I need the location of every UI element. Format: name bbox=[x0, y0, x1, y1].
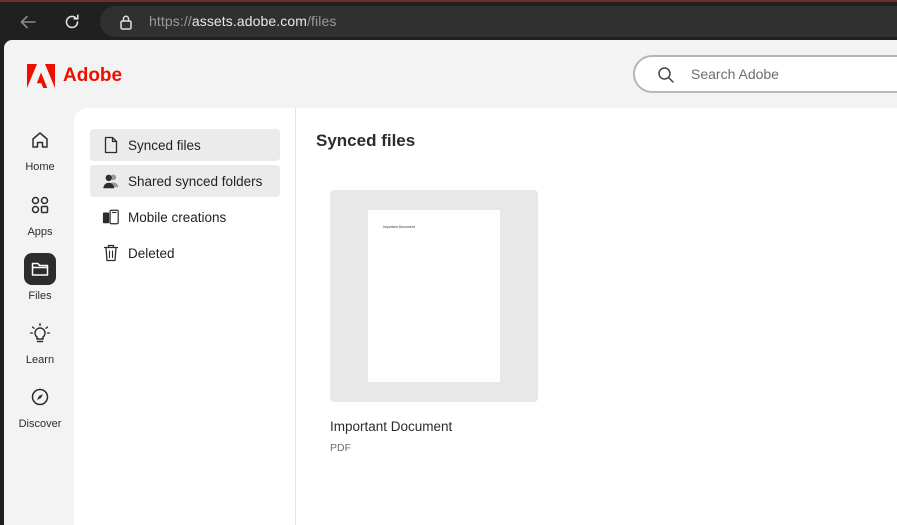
files-subnav: Synced files Shared synced folders Mobil… bbox=[74, 108, 296, 525]
mobile-creations-icon bbox=[102, 209, 119, 225]
subnav-label-mobile-creations: Mobile creations bbox=[128, 209, 227, 225]
rail-item-files[interactable]: Files bbox=[4, 253, 76, 302]
rail-label-learn: Learn bbox=[25, 354, 55, 366]
subnav-item-shared-synced-folders[interactable]: Shared synced folders bbox=[90, 165, 280, 197]
rail-item-apps[interactable]: Apps bbox=[4, 189, 76, 238]
subnav-label-deleted: Deleted bbox=[128, 245, 175, 261]
subnav-item-mobile-creations[interactable]: Mobile creations bbox=[90, 201, 280, 233]
rail-item-learn[interactable]: Learn bbox=[4, 317, 76, 366]
reload-button[interactable] bbox=[58, 8, 86, 36]
rail-label-apps: Apps bbox=[27, 226, 53, 238]
compass-icon bbox=[31, 388, 49, 406]
search-input[interactable]: Search Adobe bbox=[691, 66, 779, 82]
folder-icon bbox=[31, 262, 49, 276]
rail-label-home: Home bbox=[25, 161, 55, 173]
adobe-logo-icon bbox=[27, 64, 55, 88]
adobe-app: Adobe Search Adobe Home Apps Files Learn… bbox=[4, 40, 897, 525]
file-name[interactable]: Important Document bbox=[330, 419, 538, 434]
lock-icon[interactable] bbox=[117, 13, 135, 31]
search-box[interactable]: Search Adobe bbox=[633, 55, 897, 93]
people-icon bbox=[103, 174, 119, 189]
subnav-item-deleted[interactable]: Deleted bbox=[90, 237, 280, 269]
back-button[interactable] bbox=[14, 8, 42, 36]
reload-icon bbox=[65, 14, 79, 29]
adobe-logo[interactable]: Adobe bbox=[27, 64, 122, 88]
back-arrow-icon bbox=[20, 15, 36, 29]
file-thumbnail[interactable]: Important Document bbox=[330, 190, 538, 402]
thumbnail-text: Important Document bbox=[383, 225, 415, 229]
logo-text: Adobe bbox=[63, 65, 123, 86]
subnav-label-synced-files: Synced files bbox=[128, 137, 201, 153]
page-title: Synced files bbox=[316, 131, 416, 150]
rail-item-home[interactable]: Home bbox=[4, 124, 76, 173]
apps-icon bbox=[31, 196, 49, 214]
trash-icon bbox=[103, 244, 119, 262]
rail-label-files: Files bbox=[28, 290, 52, 302]
subnav-item-synced-files[interactable]: Synced files bbox=[90, 129, 280, 161]
file-card[interactable]: Important Document Important Document PD… bbox=[330, 190, 538, 454]
document-icon bbox=[104, 136, 118, 154]
document-page-preview: Important Document bbox=[368, 210, 500, 382]
url-path: /files bbox=[307, 13, 337, 29]
lightbulb-icon bbox=[29, 322, 51, 343]
browser-toolbar: https://assets.adobe.com/files bbox=[0, 0, 897, 40]
rail-label-discover: Discover bbox=[18, 418, 62, 430]
url-host: assets.adobe.com bbox=[191, 13, 308, 29]
rail-item-discover[interactable]: Discover bbox=[4, 381, 76, 430]
url-scheme: https:// bbox=[149, 13, 192, 29]
address-bar[interactable]: https://assets.adobe.com/files bbox=[100, 6, 897, 37]
subnav-label-shared-synced-folders: Shared synced folders bbox=[128, 173, 263, 189]
content-panel: Synced files Shared synced folders Mobil… bbox=[74, 108, 897, 525]
file-type: PDF bbox=[330, 442, 351, 454]
search-icon bbox=[658, 67, 674, 83]
url-text[interactable]: https://assets.adobe.com/files bbox=[149, 13, 336, 29]
home-icon bbox=[32, 132, 48, 148]
